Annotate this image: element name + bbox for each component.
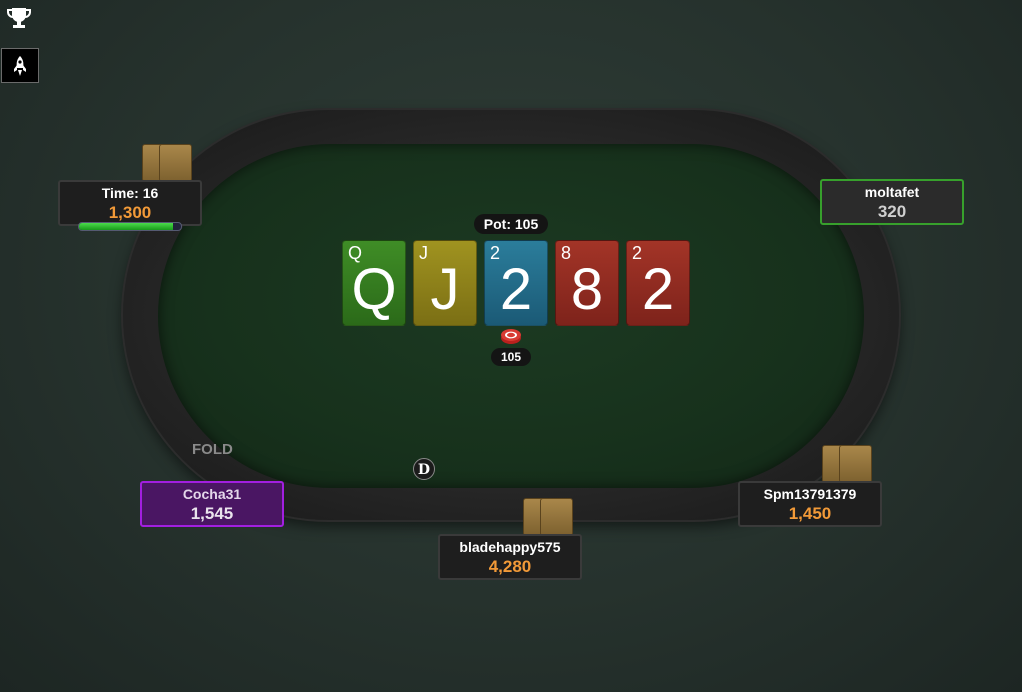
seat-name: Time: 16 <box>101 185 159 201</box>
rocket-icon <box>14 55 26 76</box>
poker-chip-icon <box>501 329 521 344</box>
action-timer-fill <box>79 223 173 230</box>
trophy-icon <box>7 8 31 28</box>
seat-bottom-left[interactable]: Cocha31 1,545 <box>140 481 284 527</box>
seat-top-right[interactable]: moltafet 320 <box>820 179 964 225</box>
seat-bottom-center[interactable]: bladehappy575 4,280 <box>438 534 582 580</box>
card-rank: 8 <box>570 257 604 322</box>
seat-top-left-cards <box>142 144 196 182</box>
seat-name: Cocha31 <box>182 486 242 502</box>
dealer-button: D <box>413 458 435 480</box>
card-back <box>159 144 192 182</box>
card-rank: 2 <box>499 257 533 322</box>
pot-label: Pot: 105 <box>474 214 548 234</box>
seat-name: Spm13791379 <box>763 486 857 502</box>
card-rank: J <box>430 257 460 322</box>
seat-bottom-right-cards <box>822 445 876 483</box>
seat-stack: 320 <box>877 202 907 221</box>
board-card-5: 2 2 <box>626 240 690 326</box>
board-card-2: J J <box>413 240 477 326</box>
seat-bottom-center-cards <box>523 498 577 536</box>
card-back <box>839 445 872 483</box>
seat-name: moltafet <box>864 184 920 200</box>
card-rank: 2 <box>641 257 675 322</box>
seat-top-left[interactable]: Time: 16 1,300 <box>58 180 202 226</box>
pot-chips-amount: 105 <box>491 348 531 366</box>
board-card-3: 2 2 <box>484 240 548 326</box>
trophy-button[interactable] <box>1 1 37 35</box>
action-timer-bar <box>78 222 182 231</box>
seat-stack: 1,450 <box>788 504 832 523</box>
board-card-1: Q Q <box>342 240 406 326</box>
seat-stack: 4,280 <box>488 557 532 576</box>
fold-label: FOLD <box>192 441 233 458</box>
seat-name: bladehappy575 <box>459 539 561 555</box>
seat-stack: 1,545 <box>190 504 234 523</box>
board-card-4: 8 8 <box>555 240 619 326</box>
seat-stack: 1,300 <box>108 203 152 222</box>
card-back <box>540 498 573 536</box>
card-rank: Q <box>351 257 397 322</box>
seat-bottom-right[interactable]: Spm13791379 1,450 <box>738 481 882 527</box>
rocket-button[interactable] <box>1 48 39 83</box>
